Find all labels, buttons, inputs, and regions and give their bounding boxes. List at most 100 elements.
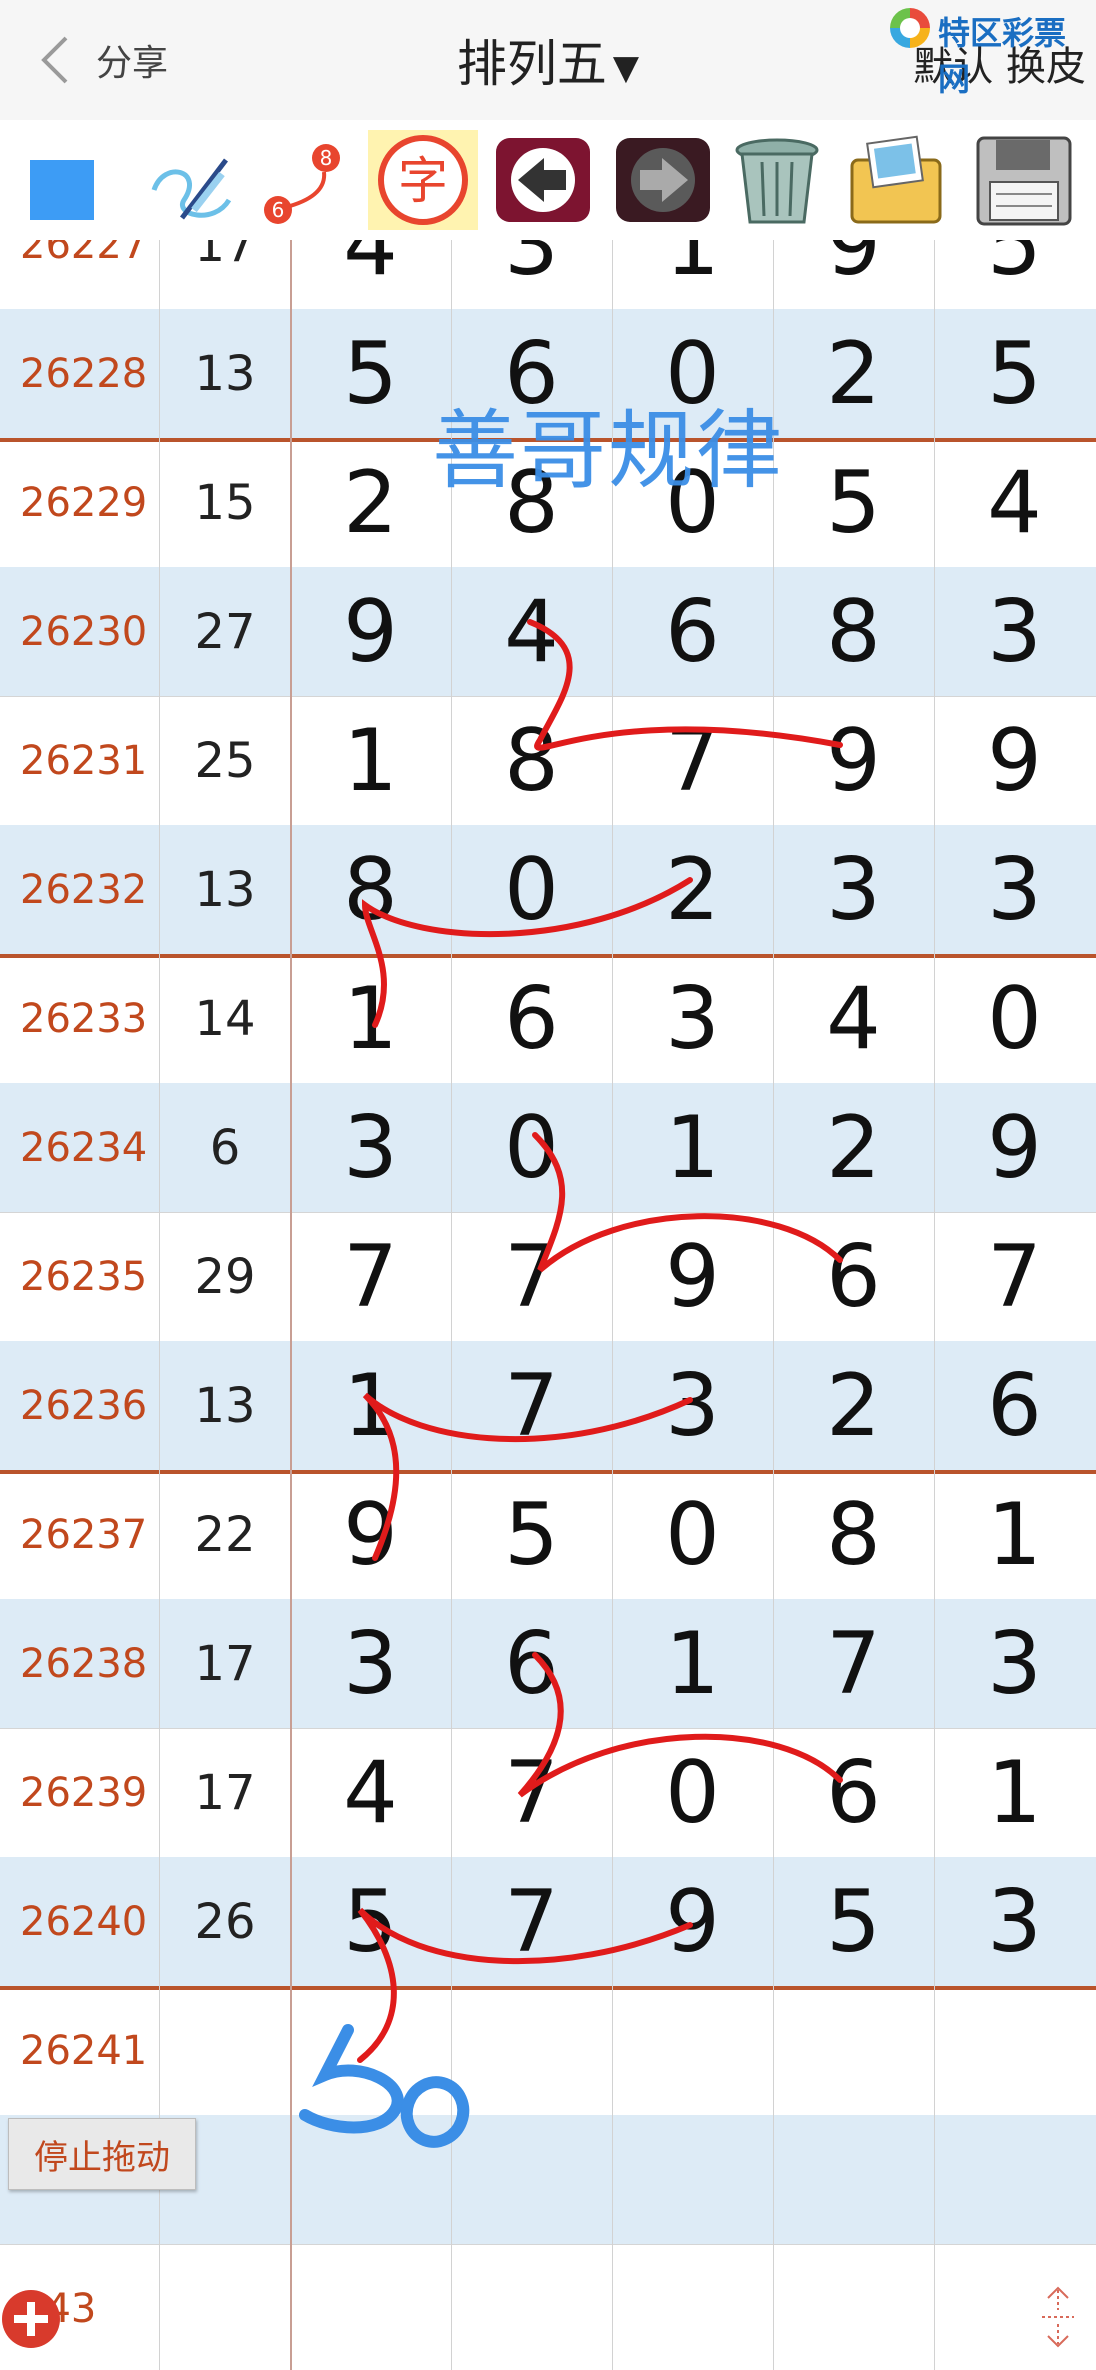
digit-cell[interactable]: 1 [290, 1341, 452, 1470]
trash-icon[interactable] [722, 130, 832, 230]
digit-cell[interactable]: 3 [612, 954, 774, 1083]
digit-cell[interactable]: 6 [451, 954, 613, 1083]
digit-cell[interactable]: 6 [451, 1599, 613, 1728]
text-icon[interactable]: 字 [368, 130, 478, 230]
digit-cell[interactable]: 7 [773, 1599, 935, 1728]
save-disk-icon[interactable] [968, 130, 1078, 230]
digit-cell[interactable]: 5 [934, 309, 1095, 438]
digit-cell[interactable]: 0 [612, 1470, 774, 1599]
digit-cell[interactable]: 4 [773, 954, 935, 1083]
redo-icon[interactable] [608, 130, 718, 230]
digit-cell[interactable]: 2 [773, 309, 935, 438]
digit-cell[interactable] [934, 1986, 1095, 2115]
digit-cell[interactable]: 7 [451, 1341, 613, 1470]
digit-cell[interactable]: 5 [934, 240, 1095, 309]
digit-cell[interactable] [773, 2115, 935, 2244]
digit-cell[interactable]: 1 [612, 1599, 774, 1728]
digit-cell[interactable]: 5 [451, 1470, 613, 1599]
table-row: 26230 27 9 4 6 8 3 [0, 567, 1096, 697]
digit-cell[interactable]: 7 [451, 1728, 613, 1857]
line-connect-icon[interactable]: 6 8 [250, 130, 360, 230]
digit-cell[interactable]: 2 [773, 1083, 935, 1212]
digit-cell[interactable]: 7 [934, 1212, 1095, 1341]
digit-cell[interactable]: 5 [773, 1857, 935, 1986]
digit-cell[interactable]: 2 [612, 825, 774, 954]
digit-cell[interactable]: 5 [773, 438, 935, 567]
digit-cell[interactable]: 3 [934, 567, 1095, 696]
digit-cell[interactable]: 9 [934, 1083, 1095, 1212]
digit-cell[interactable]: 5 [290, 309, 452, 438]
digit-cell[interactable] [290, 2244, 452, 2370]
digit-cell[interactable] [773, 2244, 935, 2370]
photo-album-icon[interactable] [842, 130, 952, 230]
digit-cell[interactable]: 3 [612, 1341, 774, 1470]
digit-cell[interactable] [451, 2115, 613, 2244]
digit-cell[interactable]: 3 [290, 1083, 452, 1212]
table-row: 26238 17 3 6 1 7 3 [0, 1599, 1096, 1729]
site-logo: 特区彩票网 [890, 4, 1090, 98]
digit-cell[interactable]: 2 [290, 438, 452, 567]
digit-cell[interactable]: 1 [934, 1728, 1095, 1857]
digit-cell[interactable]: 9 [934, 696, 1095, 825]
digit-cell[interactable]: 2 [773, 1341, 935, 1470]
pen-icon[interactable] [134, 130, 244, 230]
digit-cell[interactable]: 0 [934, 954, 1095, 1083]
digit-cell[interactable]: 3 [934, 825, 1095, 954]
digit-cell[interactable]: 6 [934, 1341, 1095, 1470]
digit-cell[interactable]: 1 [290, 954, 452, 1083]
digit-cell[interactable]: 4 [934, 438, 1095, 567]
digit-cell[interactable]: 3 [934, 1857, 1095, 1986]
digit-cell[interactable]: 0 [612, 1728, 774, 1857]
digit-cell[interactable]: 7 [451, 1857, 613, 1986]
digit-cell[interactable]: 8 [290, 825, 452, 954]
digit-cell[interactable] [290, 2115, 452, 2244]
issue-number: 26229 [0, 438, 160, 567]
drawing-toolbar: 6 8 字 [0, 120, 1096, 240]
undo-icon[interactable] [488, 130, 598, 230]
digit-cell[interactable] [612, 2115, 774, 2244]
digit-cell[interactable]: 9 [773, 240, 935, 309]
digit-cell[interactable] [773, 1986, 935, 2115]
digit-cell[interactable]: 3 [451, 240, 613, 309]
digit-cell[interactable]: 9 [290, 1470, 452, 1599]
digit-cell[interactable] [934, 2115, 1095, 2244]
digit-cell[interactable]: 3 [290, 1599, 452, 1728]
digit-cell[interactable]: 1 [290, 696, 452, 825]
digit-cell[interactable]: 9 [773, 696, 935, 825]
digit-cell[interactable]: 6 [773, 1212, 935, 1341]
digit-cell[interactable]: 1 [612, 240, 774, 309]
digit-cell[interactable]: 5 [290, 1857, 452, 1986]
digit-cell[interactable]: 8 [773, 1470, 935, 1599]
digit-cell[interactable]: 3 [773, 825, 935, 954]
digit-cell[interactable]: 6 [773, 1728, 935, 1857]
digit-cell[interactable] [612, 1986, 774, 2115]
digit-cell[interactable] [290, 1986, 452, 2115]
digit-cell[interactable] [451, 2244, 613, 2370]
digit-cell[interactable]: 4 [290, 1728, 452, 1857]
digit-cell[interactable]: 7 [451, 1212, 613, 1341]
digit-cell[interactable]: 9 [612, 1857, 774, 1986]
digit-cell[interactable] [451, 1986, 613, 2115]
digit-cell[interactable]: 7 [612, 696, 774, 825]
digit-cell[interactable]: 8 [451, 696, 613, 825]
drag-resize-icon[interactable] [1038, 2282, 1078, 2352]
digit-cell[interactable]: 8 [773, 567, 935, 696]
logo-text: 特区彩票网 [938, 14, 1067, 98]
stop-drag-button[interactable]: 停止拖动 [8, 2118, 196, 2190]
digit-cell[interactable] [612, 2244, 774, 2370]
add-icon[interactable] [2, 2290, 60, 2348]
color-swatch-icon[interactable] [4, 130, 114, 230]
digit-cell[interactable]: 6 [612, 567, 774, 696]
digit-cell[interactable]: 0 [451, 1083, 613, 1212]
digit-cell[interactable]: 4 [451, 567, 613, 696]
digit-cell[interactable]: 9 [290, 567, 452, 696]
digit-cell[interactable]: 1 [612, 1083, 774, 1212]
digit-cell[interactable]: 3 [934, 1599, 1095, 1728]
issue-number: 26238 [0, 1599, 160, 1728]
digit-cell[interactable]: 4 [290, 240, 452, 309]
digit-cell[interactable]: 9 [612, 1212, 774, 1341]
digit-cell[interactable]: 7 [290, 1212, 452, 1341]
digit-cell[interactable]: 0 [451, 825, 613, 954]
digit-cell[interactable]: 1 [934, 1470, 1095, 1599]
table-row: 26227 17 4 3 1 9 5 [0, 240, 1096, 310]
